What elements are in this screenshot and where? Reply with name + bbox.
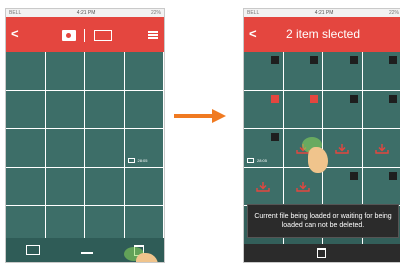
media-tile[interactable] (362, 90, 400, 129)
media-tile[interactable] (323, 167, 363, 206)
cannot-delete-toast: Current file being loaded or waiting for… (247, 204, 399, 238)
select-checkbox[interactable] (349, 56, 358, 64)
gallery-tab-icon[interactable] (94, 30, 112, 41)
media-tile-loading[interactable] (362, 129, 400, 168)
select-checkbox[interactable] (389, 56, 397, 64)
media-tile-loading[interactable] (323, 129, 363, 168)
video-badge: 28:05 (127, 157, 148, 163)
transition-arrow-icon (174, 109, 226, 123)
media-tile[interactable] (45, 90, 85, 129)
loading-download-icon (375, 143, 389, 154)
media-tile[interactable] (283, 90, 323, 129)
media-grid: 28:05 (6, 52, 164, 245)
select-checkbox[interactable] (270, 133, 279, 141)
loading-download-icon (256, 182, 270, 192)
media-tile[interactable] (45, 52, 85, 91)
media-tile[interactable] (124, 167, 164, 206)
finger-pointer (308, 147, 328, 173)
loading-download-icon (335, 143, 349, 154)
selection-count-title: 2 item slected (285, 27, 361, 41)
battery-label: 22% (150, 10, 161, 16)
media-tile-video[interactable]: 28:05 (244, 129, 284, 168)
media-tile[interactable] (45, 167, 85, 206)
video-camera-icon (127, 157, 135, 163)
select-checkbox-checked[interactable] (270, 94, 279, 103)
download-icon[interactable] (80, 246, 93, 254)
video-duration: 28:05 (257, 157, 268, 163)
select-checkbox-checked[interactable] (310, 94, 318, 103)
phone-screen-before: BELL 4:21 PM 22% < 28:05 (5, 8, 165, 263)
video-duration: 28:05 (137, 157, 148, 163)
selection-header: < 2 item slected (244, 17, 400, 52)
clock-label: 4:21 PM (76, 10, 96, 16)
media-tile[interactable] (85, 129, 125, 168)
tab-divider (84, 29, 85, 42)
select-checkbox[interactable] (270, 56, 279, 64)
trash-icon[interactable] (317, 248, 326, 258)
media-tile-video[interactable]: 28:05 (124, 129, 164, 168)
media-tile[interactable] (45, 129, 85, 168)
media-tile[interactable] (362, 167, 400, 206)
media-tile[interactable] (6, 129, 46, 168)
media-tile[interactable] (6, 167, 46, 206)
select-checkbox[interactable] (310, 56, 318, 64)
media-tile[interactable] (362, 52, 400, 91)
phone-screen-after: BELL 4:21 PM 22% < 2 item slected 28:05 (243, 8, 400, 263)
video-badge: 28:05 (247, 157, 268, 163)
media-tile[interactable] (124, 52, 164, 91)
video-camera-icon (247, 157, 254, 163)
select-checkbox[interactable] (389, 171, 397, 180)
status-bar: BELL 4:21 PM 22% (244, 9, 400, 17)
back-button[interactable]: < (11, 23, 19, 45)
swap-media-icon[interactable] (26, 245, 41, 255)
carrier-label: BELL (247, 10, 260, 16)
app-header: < (6, 17, 164, 52)
media-tile-loading[interactable] (244, 167, 284, 206)
status-bar: BELL 4:21 PM 22% (6, 9, 164, 17)
media-tile-loading[interactable] (283, 167, 323, 206)
menu-icon[interactable] (148, 31, 158, 39)
battery-label: 22% (388, 10, 399, 16)
select-checkbox[interactable] (389, 94, 397, 103)
loading-download-icon (296, 182, 310, 192)
media-tile[interactable] (6, 52, 46, 91)
camera-tab-icon[interactable] (62, 30, 76, 41)
media-tile[interactable] (85, 90, 125, 129)
media-tile[interactable] (124, 90, 164, 129)
media-tile[interactable] (85, 52, 125, 91)
media-tile[interactable] (323, 90, 363, 129)
select-checkbox[interactable] (349, 94, 358, 103)
carrier-label: BELL (9, 10, 22, 16)
select-checkbox[interactable] (349, 171, 358, 180)
media-tile[interactable] (323, 52, 363, 91)
media-tile[interactable] (244, 90, 284, 129)
media-tile[interactable] (244, 52, 284, 91)
media-tile[interactable] (6, 90, 46, 129)
media-tile[interactable] (283, 52, 323, 91)
bottom-toolbar (244, 244, 400, 262)
media-tile[interactable] (85, 167, 125, 206)
clock-label: 4:21 PM (314, 10, 334, 16)
